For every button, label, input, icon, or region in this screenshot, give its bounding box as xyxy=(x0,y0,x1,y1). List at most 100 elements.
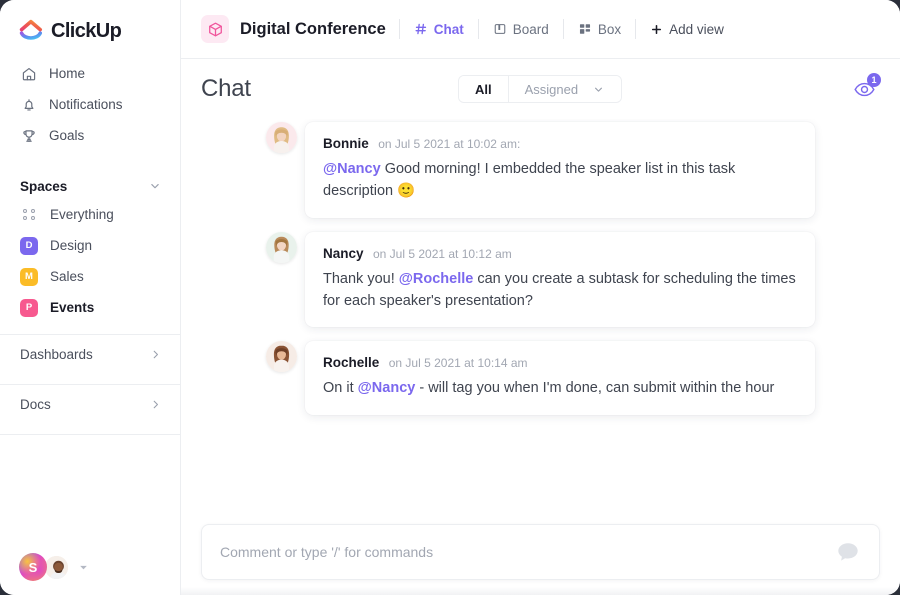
space-label: Everything xyxy=(50,207,114,222)
clickup-app-window: ClickUp Home Notifications Goals Spaces … xyxy=(0,0,900,595)
main-content: Digital Conference Chat Board Box Add vi… xyxy=(181,0,900,595)
sidebar-item-label: Docs xyxy=(20,396,51,412)
box-grid-icon xyxy=(578,22,592,36)
message-timestamp: on Jul 5 2021 at 10:14 am xyxy=(388,356,528,371)
avatar[interactable] xyxy=(43,553,70,581)
message-text: - will tag you when I'm done, can submit… xyxy=(415,380,775,397)
spaces-title: Spaces xyxy=(20,178,68,194)
sidebar-item-label: Goals xyxy=(49,128,85,143)
sidebar-divider xyxy=(0,434,180,435)
message-author: Nancy xyxy=(323,245,364,261)
filter-label: All xyxy=(475,81,492,97)
tab-label: Board xyxy=(512,21,549,37)
message-item: Bonnie on Jul 5 2021 at 10:02 am: @Nancy… xyxy=(181,122,900,218)
tab-chat[interactable]: Chat xyxy=(400,13,478,45)
message-body: On it @Nancy - will tag you when I'm don… xyxy=(323,377,797,399)
mention-link[interactable]: @Rochelle xyxy=(399,271,474,287)
message-card: Rochelle on Jul 5 2021 at 10:14 am On it… xyxy=(305,341,815,415)
message-list[interactable]: Bonnie on Jul 5 2021 at 10:02 am: @Nancy… xyxy=(181,119,900,509)
sidebar-item-label: Notifications xyxy=(49,97,123,112)
workspace-switcher[interactable]: S xyxy=(0,539,180,595)
message-body: @Nancy Good morning! I embedded the spea… xyxy=(323,158,797,203)
avatar[interactable] xyxy=(266,122,297,153)
chevron-down-icon[interactable] xyxy=(78,562,89,573)
spaces-list: Everything D Design M Sales P Events xyxy=(0,199,180,323)
chat-bubble-icon[interactable] xyxy=(835,539,861,565)
spaces-section-header[interactable]: Spaces xyxy=(0,173,180,199)
page-title: Digital Conference xyxy=(240,19,386,38)
watchers-count-badge: 1 xyxy=(867,73,881,87)
hash-icon xyxy=(414,22,428,36)
message-item: Nancy on Jul 5 2021 at 10:12 am Thank yo… xyxy=(181,231,900,328)
filter-label: Assigned xyxy=(524,81,579,97)
space-avatar: D xyxy=(20,236,38,255)
sidebar-item-everything[interactable]: Everything xyxy=(0,199,180,230)
message-meta: Rochelle on Jul 5 2021 at 10:14 am xyxy=(323,354,797,372)
bell-icon xyxy=(20,96,37,113)
grid-dots-icon xyxy=(20,206,38,224)
chevron-right-icon xyxy=(149,398,162,411)
space-label: Sales xyxy=(50,269,84,284)
tab-label: Box xyxy=(597,21,622,37)
mention-link[interactable]: @Nancy xyxy=(358,380,416,396)
chevron-right-icon xyxy=(149,348,162,361)
tab-label: Chat xyxy=(433,21,464,37)
add-view-label: Add view xyxy=(669,21,724,37)
message-meta: Bonnie on Jul 5 2021 at 10:02 am: xyxy=(323,135,797,153)
board-icon xyxy=(493,22,507,36)
message-author: Bonnie xyxy=(323,136,369,151)
cube-icon xyxy=(201,15,229,43)
message-timestamp: on Jul 5 2021 at 10:12 am xyxy=(372,246,512,261)
sidebar-item-label: Home xyxy=(49,66,86,81)
comment-composer[interactable] xyxy=(201,524,880,580)
sidebar-item-home[interactable]: Home xyxy=(0,58,180,89)
message-meta: Nancy on Jul 5 2021 at 10:12 am xyxy=(323,245,797,263)
app-logo[interactable]: ClickUp xyxy=(0,0,180,46)
chat-toolbar: Chat All Assigned 1 xyxy=(181,59,900,119)
plus-icon xyxy=(650,23,663,36)
message-body: Thank you! @Rochelle can you create a su… xyxy=(323,268,797,313)
sidebar: ClickUp Home Notifications Goals Spaces … xyxy=(0,0,181,595)
watchers-button[interactable]: 1 xyxy=(851,73,881,102)
sidebar-item-notifications[interactable]: Notifications xyxy=(0,89,180,120)
comment-input[interactable] xyxy=(220,544,825,560)
clickup-logo-icon xyxy=(18,18,44,44)
home-icon xyxy=(20,65,37,82)
message-text: On it xyxy=(323,380,358,397)
add-view-button[interactable]: Add view xyxy=(636,13,738,45)
sidebar-item-label: Dashboards xyxy=(20,346,93,362)
message-author: Rochelle xyxy=(323,355,380,371)
message-text: Good morning! I embedded the speaker lis… xyxy=(323,161,736,200)
space-avatar: M xyxy=(20,267,38,286)
sidebar-item-goals[interactable]: Goals xyxy=(0,120,180,151)
sidebar-item-design[interactable]: D Design xyxy=(0,230,180,261)
primary-nav: Home Notifications Goals xyxy=(0,58,180,151)
message-item: Rochelle on Jul 5 2021 at 10:14 am On it… xyxy=(181,341,900,415)
chevron-down-icon[interactable] xyxy=(592,83,605,96)
space-label: Design xyxy=(50,238,93,253)
avatar[interactable] xyxy=(266,341,297,373)
space-label: Events xyxy=(50,300,95,315)
mention-link[interactable]: @Nancy xyxy=(323,161,381,177)
space-avatar: P xyxy=(20,298,38,317)
filter-assigned-button[interactable]: Assigned xyxy=(507,76,622,102)
tab-board[interactable]: Board xyxy=(479,13,563,45)
sidebar-item-docs[interactable]: Docs xyxy=(0,385,180,423)
message-text: Thank you! xyxy=(323,270,399,287)
filter-all-button[interactable]: All xyxy=(459,76,508,102)
chevron-down-icon[interactable] xyxy=(148,179,162,193)
message-card: Bonnie on Jul 5 2021 at 10:02 am: @Nancy… xyxy=(305,122,815,218)
sidebar-item-sales[interactable]: M Sales xyxy=(0,261,180,292)
message-timestamp: on Jul 5 2021 at 10:02 am: xyxy=(378,137,521,151)
chat-heading: Chat xyxy=(201,75,251,102)
tab-box[interactable]: Box xyxy=(564,13,635,45)
avatar[interactable] xyxy=(266,231,297,263)
trophy-icon xyxy=(20,127,37,144)
workspace-avatar[interactable]: S xyxy=(19,553,47,581)
composer-area xyxy=(181,509,900,595)
message-card: Nancy on Jul 5 2021 at 10:12 am Thank yo… xyxy=(305,231,815,328)
app-logo-text: ClickUp xyxy=(51,19,122,42)
chat-filter-group: All Assigned xyxy=(458,75,623,103)
sidebar-item-events[interactable]: P Events xyxy=(0,292,180,323)
sidebar-item-dashboards[interactable]: Dashboards xyxy=(0,335,180,373)
